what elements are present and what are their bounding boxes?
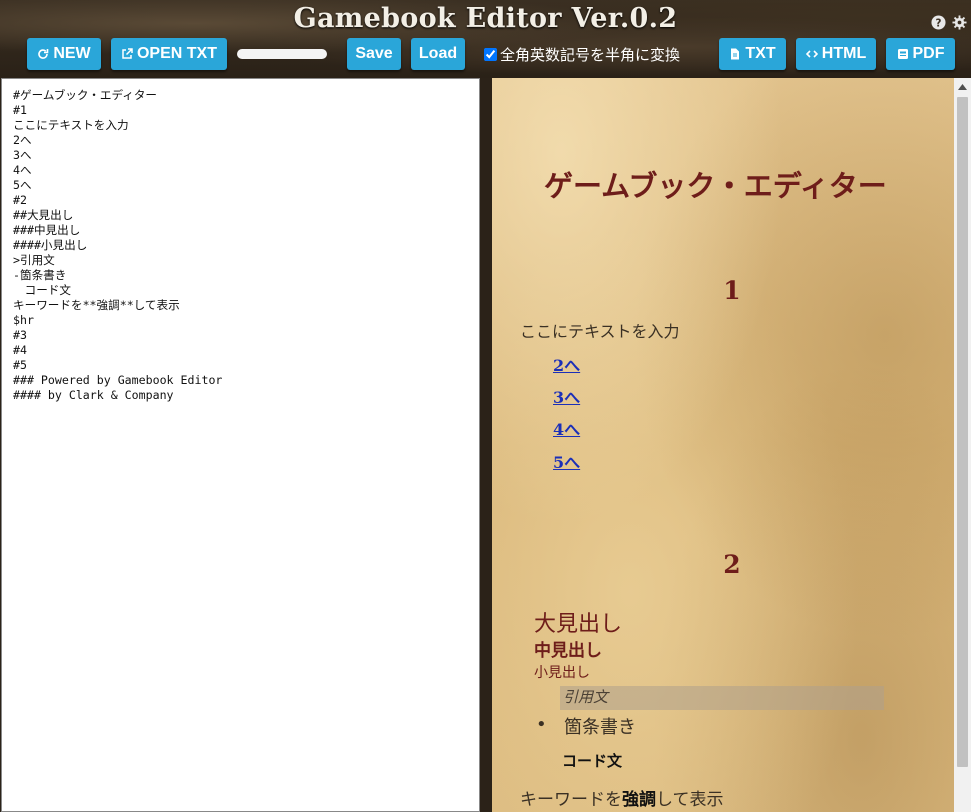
export-pdf-label: PDF: [912, 45, 945, 62]
section-link[interactable]: 5へ: [553, 449, 580, 473]
preview-code: コード文: [562, 752, 623, 770]
editor-line: ####小見出し: [13, 238, 88, 252]
preview-bullet-item: 箇条書き: [564, 717, 636, 738]
editor-content[interactable]: #ゲームブック・エディター #1 ここにテキストを入力 2へ 3へ 4へ 5へ #2 ##大見出…: [2, 79, 479, 403]
new-button-label: NEW: [53, 45, 91, 62]
export-pdf-button[interactable]: PDF: [886, 38, 955, 70]
editor-line: ##大見出し: [13, 208, 74, 222]
scroll-thumb[interactable]: [957, 97, 968, 767]
editor-line: ここにテキストを入力: [13, 118, 129, 132]
new-button[interactable]: NEW: [27, 38, 101, 70]
text-editor[interactable]: #ゲームブック・エディター #1 ここにテキストを入力 2へ 3へ 4へ 5へ #2 ##大見出…: [1, 78, 480, 812]
refresh-icon: [37, 48, 49, 60]
editor-line: >引用文: [13, 253, 55, 267]
editor-line: #3: [13, 328, 27, 342]
preview-emphasis-line: キーワードを強調して表示: [520, 785, 724, 810]
editor-line: #5: [13, 358, 27, 372]
app-title: Gamebook Editor Ver.0.2: [293, 3, 678, 34]
export-txt-button[interactable]: TXT: [719, 38, 786, 70]
preview-scrollbar[interactable]: [954, 78, 971, 812]
code-icon: [805, 48, 818, 60]
app-header: Gamebook Editor Ver.0.2 ? NEW OPEN TXT S…: [0, 0, 971, 78]
preview-panel: ゲームブック・エディター 1 ここにテキストを入力 2へ 3へ 4へ 5へ 2 …: [492, 78, 954, 812]
question-circle-icon[interactable]: ?: [931, 15, 946, 30]
top-icons: ?: [931, 15, 967, 30]
section-link[interactable]: 4へ: [553, 416, 580, 440]
save-button-label: Save: [355, 45, 393, 62]
panel-divider[interactable]: [480, 78, 492, 812]
editor-line: #1: [13, 103, 27, 117]
section-number: 2: [723, 550, 741, 579]
editor-line: $hr: [13, 313, 34, 327]
load-button[interactable]: Load: [411, 38, 465, 70]
section-link[interactable]: 3へ: [553, 384, 580, 408]
editor-line: 5へ: [13, 178, 32, 192]
convert-label: 全角英数記号を半角に変換: [500, 46, 681, 64]
progress-bar: [237, 49, 327, 59]
preview-title: ゲームブック・エディター: [544, 169, 887, 203]
file-icon: [729, 48, 741, 60]
convert-option[interactable]: 全角英数記号を半角に変換: [484, 44, 680, 65]
editor-line: #### by Clark & Company: [13, 388, 174, 402]
editor-line: コード文: [13, 283, 71, 297]
section-link[interactable]: 2へ: [553, 352, 580, 376]
export-html-button[interactable]: HTML: [796, 38, 876, 70]
open-txt-button-label: OPEN TXT: [136, 45, 217, 62]
convert-checkbox[interactable]: [484, 48, 497, 61]
open-txt-button[interactable]: OPEN TXT: [111, 38, 227, 70]
save-button[interactable]: Save: [347, 38, 401, 70]
scroll-up-arrow-icon[interactable]: [954, 80, 971, 94]
gear-icon[interactable]: [952, 15, 967, 30]
preview-heading-medium: 中見出し: [534, 641, 602, 661]
editor-line: キーワードを**強調**して表示: [13, 298, 180, 312]
editor-line: ###中見出し: [13, 223, 81, 237]
section-number: 1: [723, 276, 741, 305]
preview-heading-large: 大見出し: [534, 612, 623, 637]
export-txt-label: TXT: [745, 45, 776, 62]
export-html-label: HTML: [821, 45, 867, 62]
editor-line: #4: [13, 343, 27, 357]
emphasis-strong: 強調: [622, 790, 656, 810]
load-button-label: Load: [418, 45, 458, 62]
emphasis-before: キーワードを: [520, 790, 622, 810]
editor-line: 2へ: [13, 133, 32, 147]
editor-line: #2: [13, 193, 27, 207]
pdf-icon: [897, 48, 909, 60]
bullet-dot: •: [536, 714, 547, 735]
editor-line: ### Powered by Gamebook Editor: [13, 373, 223, 387]
editor-line: -箇条書き: [13, 268, 67, 282]
editor-line: 4へ: [13, 163, 32, 177]
emphasis-after: して表示: [656, 790, 724, 810]
editor-line: #ゲームブック・エディター: [13, 88, 158, 102]
svg-text:?: ?: [936, 17, 942, 29]
preview-quote: 引用文: [560, 686, 884, 710]
section-text: ここにテキストを入力: [520, 322, 680, 341]
preview-heading-small: 小見出し: [534, 665, 590, 681]
external-link-icon: [121, 48, 133, 60]
editor-line: 3へ: [13, 148, 32, 162]
